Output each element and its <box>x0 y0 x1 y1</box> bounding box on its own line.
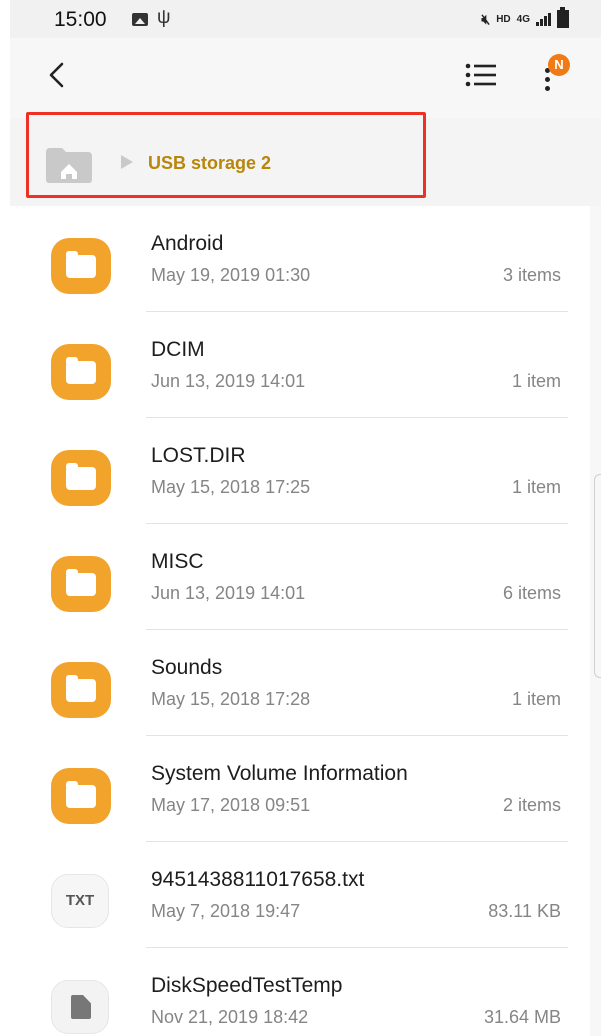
item-name: Android <box>151 232 224 255</box>
list-item[interactable]: MISC Jun 13, 2019 14:01 6 items <box>10 524 590 630</box>
item-date: May 17, 2018 09:51 <box>151 795 311 815</box>
folder-icon <box>51 450 111 506</box>
item-meta: 6 items <box>502 583 561 603</box>
app-bar <box>10 38 601 116</box>
mute-icon: 🔇︎ <box>481 10 491 27</box>
status-time: 15:00 <box>54 8 107 31</box>
notification-badge: N <box>548 54 570 76</box>
back-arrow-icon <box>49 62 64 88</box>
list-item[interactable]: LOST.DIR May 15, 2018 17:25 1 item <box>10 418 590 524</box>
item-date: May 15, 2018 17:28 <box>151 689 311 709</box>
file-icon <box>51 980 111 1036</box>
list-item[interactable]: Sounds May 15, 2018 17:28 1 item <box>10 630 590 736</box>
hd-voice-label: HD <box>496 13 511 25</box>
item-meta: 2 items <box>502 795 561 815</box>
item-meta: 1 item <box>511 689 561 709</box>
item-name: DiskSpeedTestTemp <box>151 974 343 997</box>
list-item[interactable]: DiskSpeedTestTemp Nov 21, 2019 18:42 31.… <box>10 948 590 1036</box>
folder-icon <box>51 344 111 400</box>
item-name: System Volume Information <box>151 762 408 785</box>
status-bar: 15:00 ψ 🔇︎ HD 4G <box>10 0 601 38</box>
annotation-highlight-box <box>26 112 426 198</box>
item-meta: 3 items <box>502 265 561 285</box>
folder-icon <box>51 768 111 824</box>
item-meta: 1 item <box>511 371 561 391</box>
item-meta: 31.64 MB <box>483 1007 561 1027</box>
item-name: LOST.DIR <box>151 444 246 467</box>
item-meta: 83.11 KB <box>488 901 561 921</box>
list-item[interactable]: DCIM Jun 13, 2019 14:01 1 item <box>10 312 590 418</box>
item-name: 9451438811017658.txt <box>151 868 365 891</box>
folder-icon <box>51 556 111 612</box>
list-item[interactable]: System Volume Information May 17, 2018 0… <box>10 736 590 842</box>
item-date: Jun 13, 2019 14:01 <box>151 583 306 603</box>
network-type-label: 4G <box>516 13 530 25</box>
item-name: MISC <box>151 550 204 573</box>
battery-icon <box>557 7 569 28</box>
item-date: May 15, 2018 17:25 <box>151 477 311 497</box>
item-date: Jun 13, 2019 14:01 <box>151 371 306 391</box>
scrollbar-handle[interactable] <box>594 474 601 678</box>
gallery-notification-icon <box>132 13 148 26</box>
app-frame: 15:00 ψ 🔇︎ HD 4G N USB storage 2 Android… <box>10 0 601 1036</box>
item-meta: 1 item <box>511 477 561 497</box>
list-item[interactable]: TXT 9451438811017658.txt May 7, 2018 19:… <box>10 842 590 948</box>
back-button[interactable] <box>46 60 86 100</box>
item-date: May 19, 2019 01:30 <box>151 265 311 285</box>
folder-icon <box>51 238 111 294</box>
usb-icon: ψ <box>157 7 171 28</box>
status-right-icons: 🔇︎ HD 4G <box>481 7 569 28</box>
item-name: Sounds <box>151 656 223 679</box>
list-item[interactable]: Android May 19, 2019 01:30 3 items <box>10 206 590 312</box>
list-view-icon <box>465 63 496 87</box>
item-date: May 7, 2018 19:47 <box>151 901 301 921</box>
signal-icon <box>536 12 551 26</box>
item-date: Nov 21, 2019 18:42 <box>151 1007 309 1027</box>
file-list: Android May 19, 2019 01:30 3 items DCIM … <box>10 206 590 1036</box>
folder-icon <box>51 662 111 718</box>
item-name: DCIM <box>151 338 205 361</box>
txt-file-icon: TXT <box>51 874 111 930</box>
list-view-button[interactable] <box>464 60 504 98</box>
